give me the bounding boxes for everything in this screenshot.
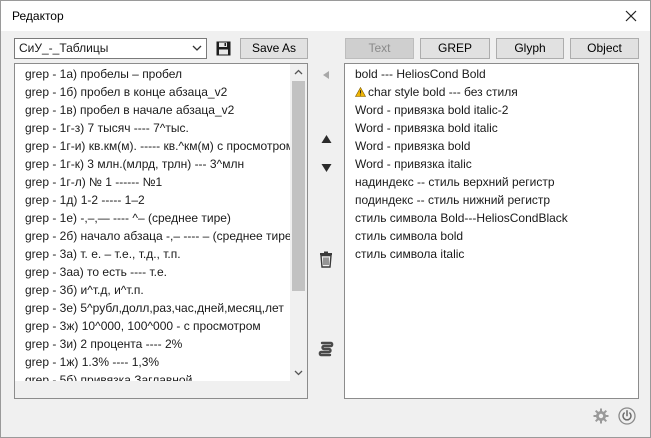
arrow-up-icon (321, 135, 331, 143)
delete-button[interactable] (317, 249, 335, 269)
power-icon (618, 407, 636, 425)
move-up-button[interactable] (318, 131, 334, 147)
list-item-label: надиндекс -- стиль верхний регистр (355, 175, 555, 189)
available-queries-list[interactable]: grep - 1а) пробелы – пробел grep - 1б) пр… (14, 63, 308, 399)
available-queries-rows: grep - 1а) пробелы – пробел grep - 1б) пр… (15, 65, 291, 383)
list-item[interactable]: Word - привязка bold (345, 137, 638, 155)
list-item[interactable]: grep - 3е) 5^рубл,долл,раз,час,дней,меся… (15, 299, 291, 317)
list-item[interactable]: надиндекс -- стиль верхний регистр (345, 173, 638, 191)
chevron-down-icon (192, 45, 202, 51)
list-item[interactable]: grep - 3и) 2 процента ---- 2% (15, 335, 291, 353)
list-item[interactable]: grep - 3аа) то есть ---- т.е. (15, 263, 291, 281)
warning-icon (355, 87, 366, 97)
title-bar: Редактор (1, 1, 650, 31)
glyph-tab-button[interactable]: Glyph (496, 38, 564, 59)
power-button[interactable] (617, 406, 637, 426)
close-icon (625, 10, 637, 22)
editor-window: Редактор СиУ_-_Таблицы Save As Text GREP… (0, 0, 651, 438)
list-item[interactable]: bold --- HeliosCond Bold (345, 65, 638, 83)
list-item[interactable]: grep - 1д) 1-2 ----- 1–2 (15, 191, 291, 209)
scroll-down-icon[interactable] (294, 370, 303, 376)
script-icon (318, 341, 334, 357)
list-item[interactable]: стиль символа italic (345, 245, 638, 263)
move-down-button[interactable] (318, 160, 334, 176)
close-button[interactable] (618, 4, 644, 28)
arrow-down-icon (321, 164, 331, 172)
list-item[interactable]: grep - 1б) пробел в конце абзаца_v2 (15, 83, 291, 101)
list-item-label: подиндекс -- стиль нижний регистр (355, 193, 551, 207)
list-item-label: Word - привязка bold italic-2 (355, 103, 509, 117)
list-item[interactable]: Word - привязка bold italic-2 (345, 101, 638, 119)
selected-queries-rows: bold --- HeliosCond Bold char style bold … (345, 65, 638, 263)
arrow-left-icon (323, 71, 329, 79)
list-item-label: bold --- HeliosCond Bold (355, 67, 486, 81)
list-item[interactable]: grep - 1ж) 1.3% ---- 1,3% (15, 353, 291, 371)
text-tab-button[interactable]: Text (345, 38, 414, 59)
selected-queries-list[interactable]: bold --- HeliosCond Bold char style bold … (344, 63, 639, 399)
script-button[interactable] (317, 340, 335, 358)
settings-button[interactable] (592, 407, 610, 425)
list-item-label: стиль символа Bold---HeliosCondBlack (355, 211, 568, 225)
list-item[interactable]: char style bold --- без стиля (345, 83, 638, 101)
list-item[interactable]: подиндекс -- стиль нижний регистр (345, 191, 638, 209)
list-item[interactable]: grep - 3б) и^т.д, и^т.п. (15, 281, 291, 299)
list-item[interactable]: стиль символа bold (345, 227, 638, 245)
move-left-button[interactable] (318, 67, 334, 83)
list-item[interactable]: grep - 3ж) 10^000, 100^000 - с просмотро… (15, 317, 291, 335)
list-item-label: Word - привязка bold italic (355, 121, 498, 135)
list-item[interactable]: grep - 2б) начало абзаца -,– ---- – (сре… (15, 227, 291, 245)
horizontal-scrollbar[interactable] (15, 381, 291, 398)
style-set-select-value: СиУ_-_Таблицы (19, 41, 109, 55)
list-item[interactable]: grep - 1г-и) кв.км(м). ----- кв.^км(м) с… (15, 137, 291, 155)
list-item[interactable]: Word - привязка italic (345, 155, 638, 173)
window-title: Редактор (12, 9, 64, 23)
list-item[interactable]: grep - 3а) т. е. – т.е., т.д., т.п. (15, 245, 291, 263)
gear-icon (593, 408, 609, 424)
list-item[interactable]: grep - 1г-л) № 1 ------ №1 (15, 173, 291, 191)
list-item-label: стиль символа bold (355, 229, 464, 243)
list-item-label: Word - привязка bold (355, 139, 471, 153)
scroll-up-icon[interactable] (294, 69, 303, 75)
list-item-label: char style bold --- без стиля (368, 85, 518, 99)
list-item-label: стиль символа italic (355, 247, 465, 261)
list-item[interactable]: grep - 1г-з) 7 тысяч ---- 7^тыс. (15, 119, 291, 137)
list-item[interactable]: grep - 1в) пробел в начале абзаца_v2 (15, 101, 291, 119)
save-button[interactable] (214, 39, 232, 57)
list-item[interactable]: стиль символа Bold---HeliosCondBlack (345, 209, 638, 227)
list-item[interactable]: Word - привязка bold italic (345, 119, 638, 137)
list-item[interactable]: grep - 1е) -,–,— ---- ^– (среднее тире) (15, 209, 291, 227)
floppy-disk-icon (216, 41, 230, 55)
list-item[interactable]: grep - 1г-к) 3 млн.(млрд, трлн) --- 3^мл… (15, 155, 291, 173)
save-as-button[interactable]: Save As (240, 38, 308, 59)
style-set-select[interactable]: СиУ_-_Таблицы (14, 38, 207, 59)
vertical-scrollbar[interactable] (290, 64, 307, 398)
grep-tab-button[interactable]: GREP (420, 38, 490, 59)
list-item[interactable]: grep - 1а) пробелы – пробел (15, 65, 291, 83)
object-tab-button[interactable]: Object (570, 38, 639, 59)
scrollbar-thumb[interactable] (292, 81, 305, 291)
list-item-label: Word - привязка italic (355, 157, 472, 171)
trash-icon (320, 251, 332, 268)
